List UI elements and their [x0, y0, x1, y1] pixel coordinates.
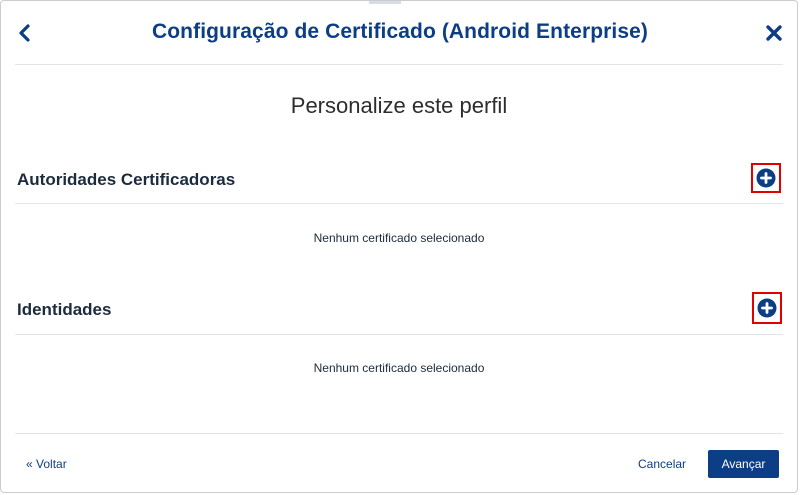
plus-circle-icon	[756, 168, 776, 188]
back-button[interactable]	[13, 21, 35, 45]
dialog-title: Configuração de Certificado (Android Ent…	[151, 20, 648, 43]
back-link[interactable]: « Voltar	[26, 457, 67, 471]
cancel-link[interactable]: Cancelar	[638, 457, 686, 471]
empty-state-identities: Nenhum certificado selecionado	[313, 361, 485, 375]
add-identity-button[interactable]	[752, 292, 782, 324]
page-subtitle: Personalize este perfil	[290, 93, 508, 118]
section-divider-certificate-authorities	[15, 203, 783, 204]
section-title-identities: Identidades	[17, 300, 112, 319]
close-button[interactable]	[763, 21, 785, 45]
section-title-certificate-authorities: Autoridades Certificadoras	[17, 170, 236, 189]
chevron-left-icon	[19, 24, 30, 42]
section-divider-identities	[15, 334, 783, 335]
plus-circle-icon	[757, 298, 777, 318]
footer-divider	[15, 433, 783, 434]
certificate-config-dialog: Configuração de Certificado (Android Ent…	[0, 0, 798, 493]
header-divider	[15, 64, 783, 65]
dialog-header: Configuração de Certificado (Android Ent…	[1, 1, 799, 65]
empty-state-certificate-authorities: Nenhum certificado selecionado	[313, 231, 485, 245]
close-icon	[766, 25, 782, 41]
next-button[interactable]: Avançar	[708, 450, 779, 478]
add-certificate-authority-button[interactable]	[751, 163, 781, 193]
